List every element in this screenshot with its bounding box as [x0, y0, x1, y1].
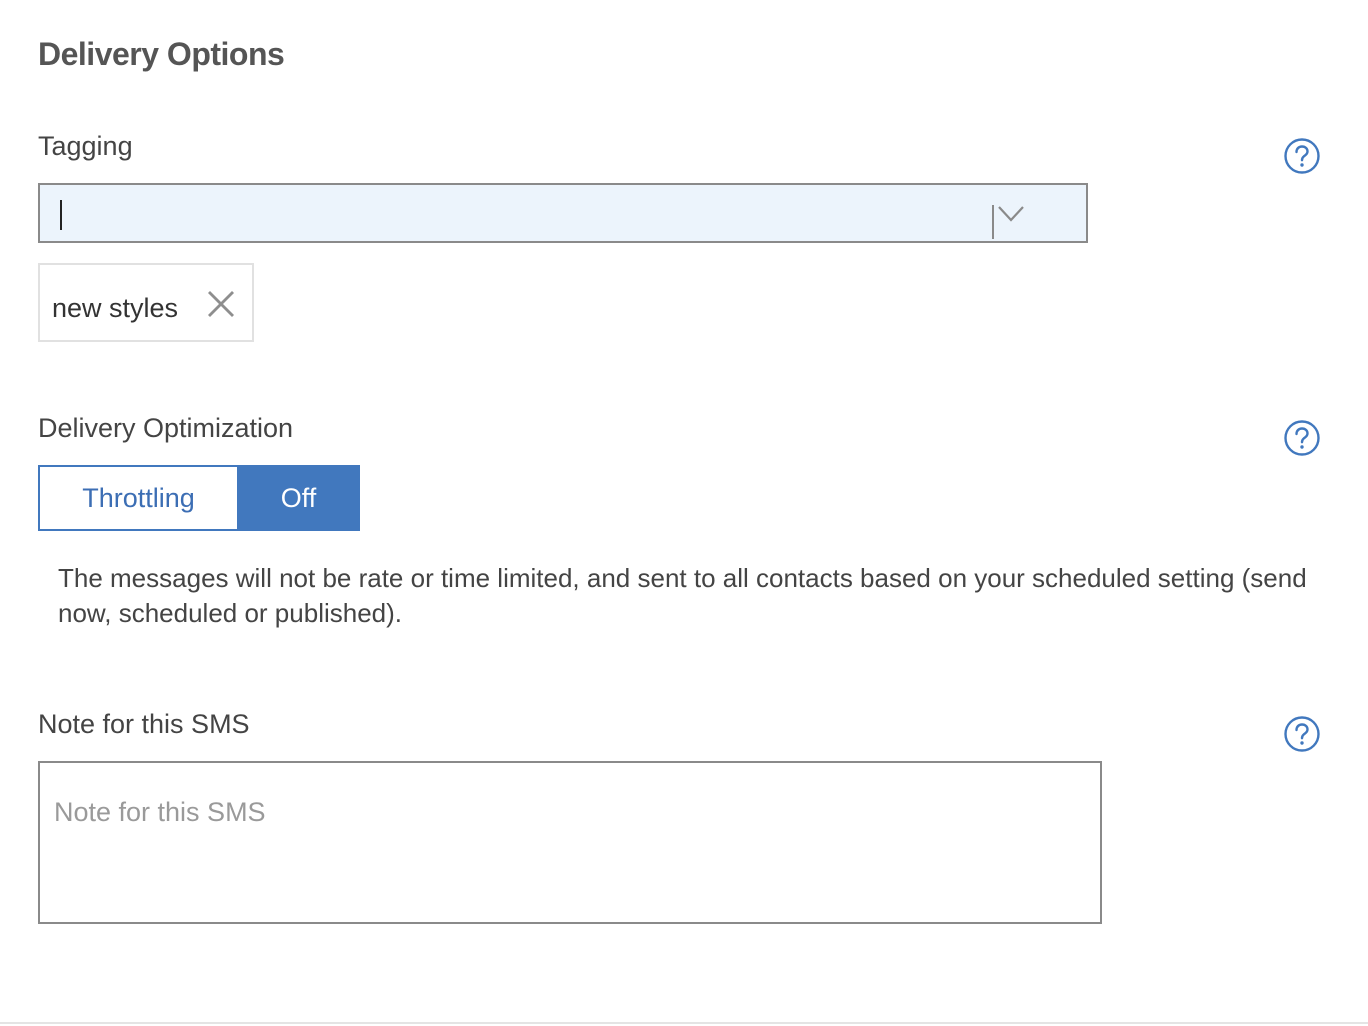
delivery-optimization-toggle: Throttling Off	[38, 465, 360, 531]
note-label: Note for this SMS	[38, 709, 250, 739]
tag-chip: new styles	[38, 263, 254, 342]
tagging-help-icon[interactable]	[1283, 137, 1321, 175]
note-textarea[interactable]	[38, 761, 1102, 924]
close-icon[interactable]	[206, 289, 236, 319]
delivery-options-panel: Delivery Options Tagging new styles Deli…	[0, 0, 1368, 1026]
text-caret	[60, 200, 62, 230]
off-option-button[interactable]: Off	[237, 465, 360, 531]
delivery-optimization-description: The messages will not be rate or time li…	[58, 563, 1307, 628]
note-help-icon[interactable]	[1283, 715, 1321, 753]
tag-chip-label: new styles	[52, 293, 179, 323]
page-title: Delivery Options	[38, 36, 285, 72]
chevron-down-icon[interactable]	[991, 203, 1031, 239]
tagging-label: Tagging	[38, 131, 133, 161]
delivery-optimization-help-icon[interactable]	[1283, 419, 1321, 457]
divider	[0, 1022, 1368, 1024]
delivery-optimization-label: Delivery Optimization	[38, 413, 294, 443]
tagging-combobox[interactable]	[38, 183, 1088, 243]
throttling-option-button[interactable]: Throttling	[38, 465, 237, 531]
